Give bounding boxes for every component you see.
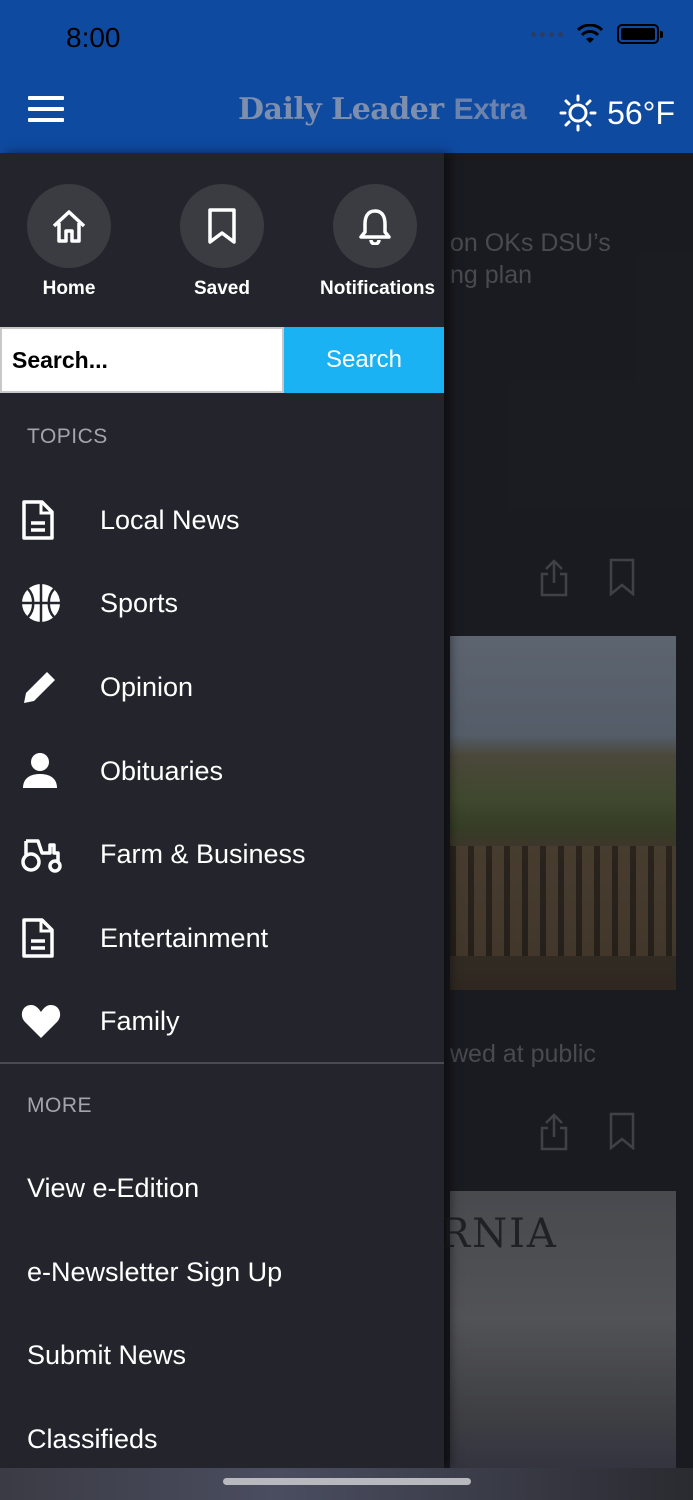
topic-farm-business[interactable]: Farm & Business bbox=[0, 812, 444, 896]
temperature: 56°F bbox=[607, 94, 675, 131]
topic-label: Opinion bbox=[100, 671, 194, 702]
topics-section-title: TOPICS bbox=[27, 425, 108, 448]
topic-label: Local News bbox=[100, 504, 240, 535]
search-input[interactable] bbox=[0, 327, 284, 393]
topic-label: Farm & Business bbox=[100, 838, 306, 869]
menu-item-submit-news[interactable]: Submit News bbox=[27, 1340, 186, 1371]
person-icon bbox=[23, 753, 57, 788]
quick-action-notifications[interactable]: Notifications bbox=[320, 184, 436, 300]
weather-widget[interactable]: 56°F bbox=[559, 94, 675, 132]
app-header: 8:00 Daily Leader Extra 56°F bbox=[0, 0, 693, 153]
basketball-icon bbox=[22, 584, 60, 622]
topic-family[interactable]: Family bbox=[0, 979, 444, 1063]
hamburger-menu-icon[interactable] bbox=[28, 96, 64, 124]
home-indicator[interactable] bbox=[223, 1478, 471, 1485]
bookmark-icon bbox=[208, 208, 236, 244]
battery-icon bbox=[617, 24, 663, 44]
topic-opinion[interactable]: Opinion bbox=[0, 645, 444, 729]
drawer-overlay-dim[interactable] bbox=[444, 153, 693, 1500]
quick-action-label: Saved bbox=[194, 278, 250, 299]
topic-label: Family bbox=[100, 1005, 180, 1036]
menu-item-view-e-edition[interactable]: View e-Edition bbox=[27, 1173, 199, 1204]
quick-action-label: Home bbox=[42, 278, 96, 299]
home-icon-circle bbox=[27, 184, 111, 268]
quick-action-label: Notifications bbox=[320, 278, 436, 299]
topic-obituaries[interactable]: Obituaries bbox=[0, 729, 444, 813]
home-icon bbox=[52, 210, 86, 243]
topic-sports[interactable]: Sports bbox=[0, 561, 444, 645]
section-divider bbox=[0, 1062, 444, 1064]
cellular-signal-icon bbox=[531, 31, 563, 37]
topic-entertainment[interactable]: Entertainment bbox=[0, 896, 444, 980]
pencil-icon bbox=[24, 669, 58, 703]
app-logo: Daily Leader Extra bbox=[238, 92, 527, 127]
bell-icon bbox=[359, 209, 391, 245]
sun-icon bbox=[559, 94, 597, 132]
bookmark-icon-circle bbox=[180, 184, 264, 268]
side-drawer: Home Saved Notifications Search TOPICS bbox=[0, 153, 444, 1468]
status-time: 8:00 bbox=[66, 22, 121, 53]
heart-icon bbox=[21, 1005, 61, 1038]
search-button[interactable]: Search bbox=[284, 327, 444, 393]
logo-extra: Extra bbox=[453, 93, 527, 126]
menu-item-e-newsletter-sign-up[interactable]: e-Newsletter Sign Up bbox=[27, 1257, 282, 1288]
bell-icon-circle bbox=[333, 184, 417, 268]
menu-item-classifieds[interactable]: Classifieds bbox=[27, 1424, 158, 1455]
more-section-title: MORE bbox=[27, 1094, 92, 1117]
quick-action-home[interactable]: Home bbox=[14, 184, 124, 300]
quick-action-saved[interactable]: Saved bbox=[167, 184, 277, 300]
document-icon bbox=[22, 918, 54, 958]
status-icons bbox=[531, 24, 663, 44]
topic-label: Entertainment bbox=[100, 922, 269, 953]
topic-local-news[interactable]: Local News bbox=[0, 478, 444, 562]
wifi-icon bbox=[577, 24, 603, 43]
document-icon bbox=[22, 500, 54, 540]
tractor-icon bbox=[21, 839, 62, 873]
search-bar: Search bbox=[0, 327, 444, 393]
topic-label: Sports bbox=[100, 587, 179, 618]
topic-label: Obituaries bbox=[100, 755, 224, 786]
logo-main: Daily Leader bbox=[238, 92, 444, 127]
news-feed-background: on OKs DSU’s ng plan wed at public RNIA bbox=[444, 153, 693, 1500]
